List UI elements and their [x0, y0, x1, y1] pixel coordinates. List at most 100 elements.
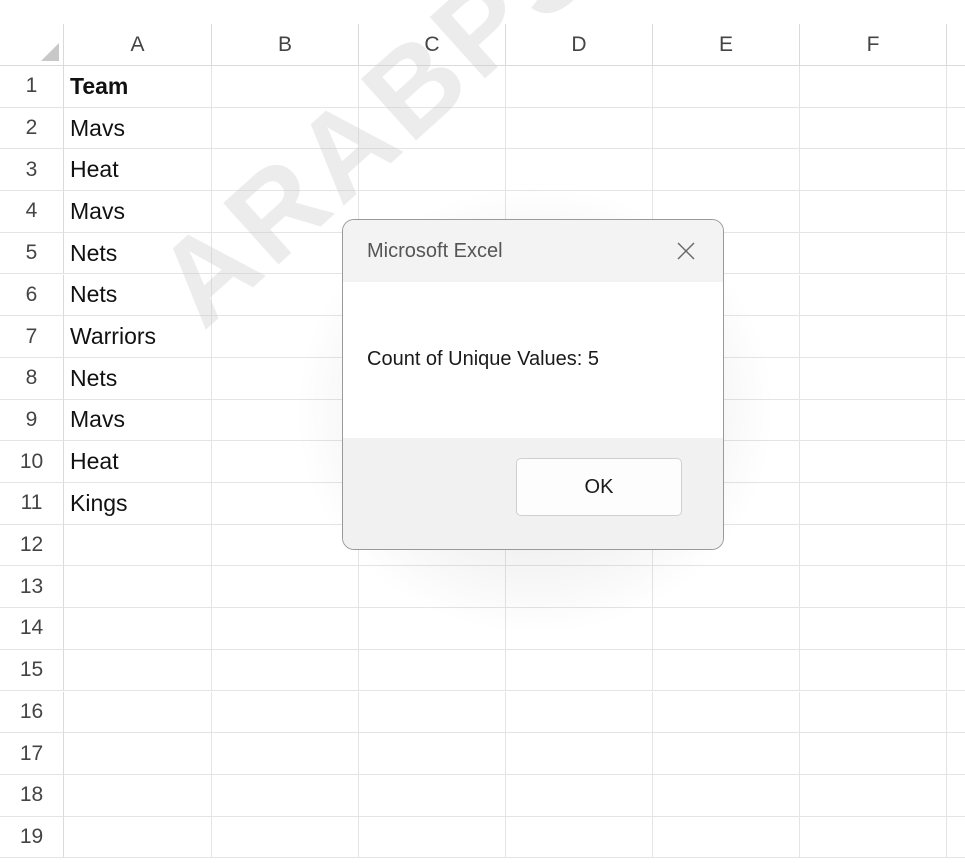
column-header-a[interactable]: A: [64, 24, 212, 66]
cell-g13[interactable]: [947, 566, 965, 609]
cell-d17[interactable]: [506, 733, 653, 775]
cell-a16[interactable]: [64, 691, 212, 734]
cell-a6[interactable]: Nets: [64, 274, 212, 317]
cell-c18[interactable]: [359, 774, 506, 817]
row-header[interactable]: 12: [0, 524, 64, 567]
cell-b2[interactable]: [212, 107, 359, 150]
cell-a12[interactable]: [64, 524, 212, 567]
row-header[interactable]: 8: [0, 357, 64, 400]
cell-g14[interactable]: [947, 608, 965, 650]
row-header[interactable]: 9: [0, 399, 64, 442]
cell-e2[interactable]: [653, 107, 800, 150]
cell-f4[interactable]: [800, 191, 947, 233]
cell-d2[interactable]: [506, 107, 653, 150]
cell-d16[interactable]: [506, 691, 653, 734]
cell-b18[interactable]: [212, 774, 359, 817]
cell-c19[interactable]: [359, 816, 506, 859]
cell-g16[interactable]: [947, 692, 965, 734]
cell-f9[interactable]: [800, 399, 947, 442]
cell-a11[interactable]: Kings: [64, 483, 212, 525]
cell-a15[interactable]: [64, 649, 212, 692]
cell-g3[interactable]: [947, 149, 965, 192]
select-all-corner[interactable]: [0, 24, 64, 66]
ok-button[interactable]: OK: [516, 458, 682, 516]
row-header[interactable]: 11: [0, 483, 64, 525]
cell-g19[interactable]: [947, 817, 965, 859]
cell-a9[interactable]: Mavs: [64, 399, 212, 442]
close-icon[interactable]: [665, 230, 707, 272]
column-header-b[interactable]: B: [212, 24, 359, 66]
row-header[interactable]: 19: [0, 816, 64, 859]
cell-a10[interactable]: Heat: [64, 441, 212, 483]
cell-f16[interactable]: [800, 691, 947, 734]
cell-b16[interactable]: [212, 691, 359, 734]
cell-g15[interactable]: [947, 650, 965, 692]
cell-a14[interactable]: [64, 608, 212, 650]
cell-b19[interactable]: [212, 816, 359, 859]
cell-f1[interactable]: [800, 66, 947, 108]
cell-a3[interactable]: Heat: [64, 149, 212, 192]
cell-c3[interactable]: [359, 149, 506, 192]
cell-d19[interactable]: [506, 816, 653, 859]
row-header[interactable]: 13: [0, 566, 64, 609]
cell-a18[interactable]: [64, 774, 212, 817]
cell-f11[interactable]: [800, 483, 947, 525]
cell-g12[interactable]: [947, 525, 965, 567]
cell-d18[interactable]: [506, 774, 653, 817]
cell-f10[interactable]: [800, 441, 947, 483]
cell-g1[interactable]: [947, 66, 965, 108]
cell-a19[interactable]: [64, 816, 212, 859]
cell-e19[interactable]: [653, 816, 800, 859]
cell-c16[interactable]: [359, 691, 506, 734]
cell-f17[interactable]: [800, 733, 947, 775]
cell-c2[interactable]: [359, 107, 506, 150]
row-header[interactable]: 17: [0, 733, 64, 775]
cell-f13[interactable]: [800, 566, 947, 609]
cell-g4[interactable]: [947, 191, 965, 233]
cell-f5[interactable]: [800, 232, 947, 275]
cell-g8[interactable]: [947, 358, 965, 400]
row-header[interactable]: 18: [0, 774, 64, 817]
cell-f8[interactable]: [800, 357, 947, 400]
cell-e17[interactable]: [653, 733, 800, 775]
cell-f12[interactable]: [800, 524, 947, 567]
row-header[interactable]: 10: [0, 441, 64, 483]
cell-b15[interactable]: [212, 649, 359, 692]
cell-f6[interactable]: [800, 274, 947, 317]
cell-e18[interactable]: [653, 774, 800, 817]
cell-f2[interactable]: [800, 107, 947, 150]
cell-f7[interactable]: [800, 316, 947, 358]
row-header[interactable]: 14: [0, 608, 64, 650]
cell-f15[interactable]: [800, 649, 947, 692]
cell-f18[interactable]: [800, 774, 947, 817]
cell-a1[interactable]: Team: [64, 66, 212, 108]
cell-g7[interactable]: [947, 316, 965, 358]
column-header-d[interactable]: D: [506, 24, 653, 66]
column-header-c[interactable]: C: [359, 24, 506, 66]
cell-g18[interactable]: [947, 775, 965, 817]
cell-c1[interactable]: [359, 66, 506, 108]
column-header-f[interactable]: F: [800, 24, 947, 66]
cell-g2[interactable]: [947, 108, 965, 150]
row-header[interactable]: 5: [0, 232, 64, 275]
cell-c15[interactable]: [359, 649, 506, 692]
row-header[interactable]: 3: [0, 149, 64, 192]
cell-g17[interactable]: [947, 733, 965, 775]
cell-d1[interactable]: [506, 66, 653, 108]
column-header-e[interactable]: E: [653, 24, 800, 66]
cell-g6[interactable]: [947, 275, 965, 317]
cell-d15[interactable]: [506, 649, 653, 692]
cell-c17[interactable]: [359, 733, 506, 775]
cell-a4[interactable]: Mavs: [64, 191, 212, 233]
cell-e1[interactable]: [653, 66, 800, 108]
cell-d3[interactable]: [506, 149, 653, 192]
cell-b1[interactable]: [212, 66, 359, 108]
cell-e3[interactable]: [653, 149, 800, 192]
row-header[interactable]: 2: [0, 107, 64, 150]
row-header[interactable]: 4: [0, 191, 64, 233]
cell-e15[interactable]: [653, 649, 800, 692]
cell-a8[interactable]: Nets: [64, 357, 212, 400]
cell-g11[interactable]: [947, 483, 965, 525]
cell-g5[interactable]: [947, 233, 965, 275]
cell-f19[interactable]: [800, 816, 947, 859]
